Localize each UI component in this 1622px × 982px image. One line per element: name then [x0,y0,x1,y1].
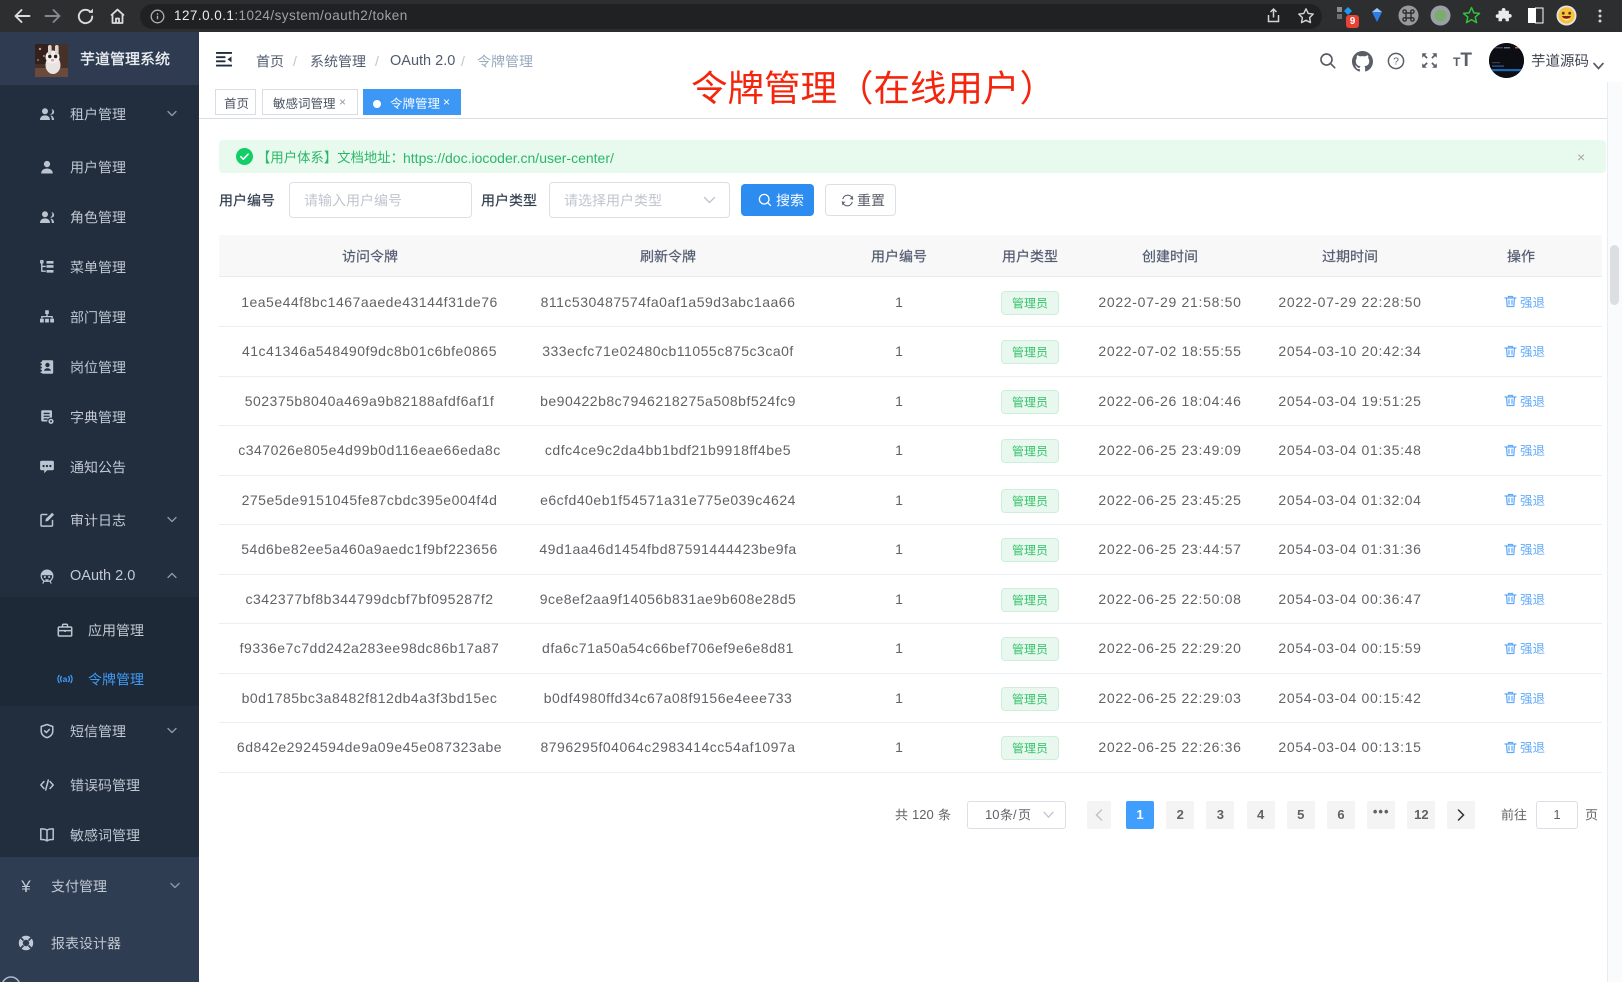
svg-text:¥: ¥ [20,878,31,894]
svg-text:a: a [63,674,68,684]
svg-text:?: ? [1393,56,1399,68]
